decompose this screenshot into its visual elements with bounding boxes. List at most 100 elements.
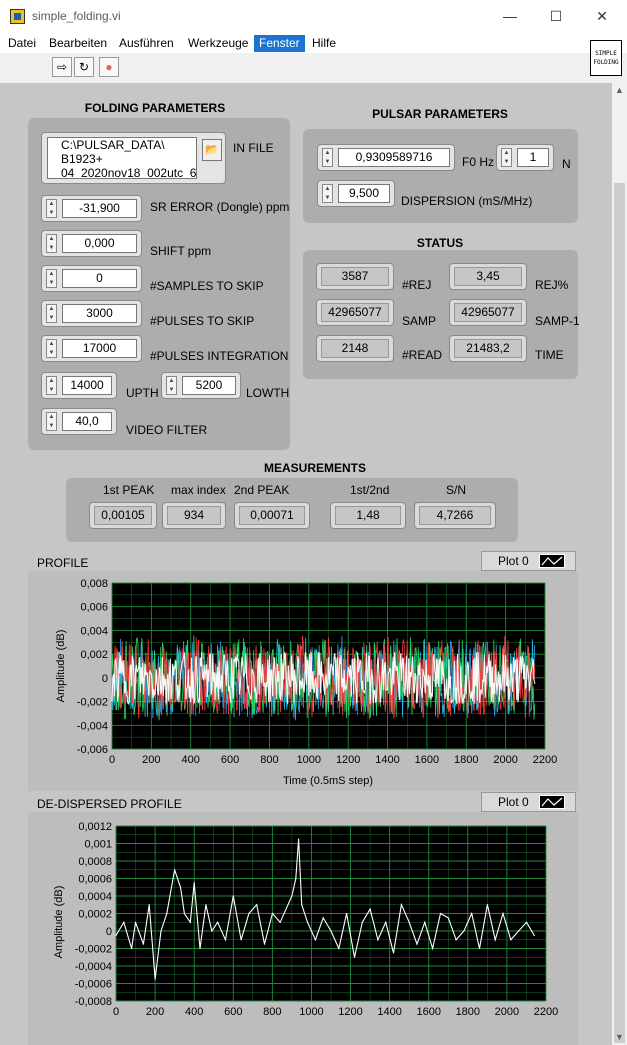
f0-control: ▲ ▼ 0,9309589716 [317,144,455,171]
samples-skip-spinner[interactable]: ▲ ▼ [46,269,57,288]
upth-spinner[interactable]: ▲ ▼ [46,376,57,395]
profile-ytick-label: -0,006 [77,744,108,756]
status-heading: STATUS [416,236,464,250]
close-button[interactable]: ✕ [579,0,625,33]
pulses-skip-input[interactable]: 3000 [62,304,137,323]
vi-icon: SIMPLE FOLDING [590,40,622,76]
dedispersed-xtick-label: 0 [113,1006,119,1018]
menu-hilfe[interactable]: Hilfe [307,35,341,52]
samples-skip-input[interactable]: 0 [62,269,137,288]
n-spinner[interactable]: ▲ ▼ [501,148,512,167]
shift-input[interactable]: 0,000 [62,234,137,253]
dedispersed-point [455,939,457,941]
rej-value: 3587 [321,267,389,286]
run-continuously-button[interactable]: ↻ [74,57,94,77]
dedispersed-point [338,947,340,950]
lowth-label: LOWTH [246,386,290,400]
maximize-button[interactable]: ☐ [533,0,579,33]
dedispersed-graph[interactable]: 0,00120,0010,00080,00060,00040,00020-0,0… [28,812,578,1045]
dedispersed-xtick-label: 1600 [416,1006,440,1018]
f0-input[interactable]: 0,9309589716 [338,148,450,167]
scroll-up-icon[interactable]: ▲ [612,83,627,98]
menu-datei[interactable]: Datei [3,35,41,52]
dedispersed-ylabel: Amplitude (dB) [53,886,65,959]
dedispersed-point [494,939,496,941]
profile-plot-legend[interactable]: Plot 0 [481,551,576,571]
dedispersed-ytick-label: -0,0008 [75,996,112,1008]
profile-xtick-label: 1400 [375,754,399,766]
profile-xtick-label: 1000 [297,754,321,766]
dedispersed-xtick-label: 2000 [495,1006,519,1018]
dedispersed-point [306,921,309,923]
infile-path-field[interactable]: C:\PULSAR_DATA\ B1923+ 04_2020nov18_002u… [47,137,197,179]
peak1-indicator: 0,00105 [89,502,157,529]
vertical-scrollbar[interactable]: ▲ ▼ [612,83,627,1045]
lowth-spinner[interactable]: ▲ ▼ [166,376,177,395]
minimize-button[interactable]: — [487,0,533,33]
toolbar: ⇨ ↻ ● [0,53,627,83]
profile-xtick-label: 1800 [454,754,478,766]
dedispersed-point [478,947,481,950]
dedispersed-point [279,921,281,923]
dedispersed-xtick-label: 1400 [377,1006,401,1018]
window-title: simple_folding.vi [32,9,121,23]
dedispersed-point [330,930,332,932]
f0-spinner[interactable]: ▲ ▼ [322,148,333,167]
profile-xlabel: Time (0.5mS step) [283,775,373,787]
peak2-indicator: 0,00071 [234,502,310,529]
rej-pct-value: 3,45 [454,267,522,286]
n-input[interactable]: 1 [517,148,549,167]
dedispersed-point [291,895,293,897]
dedispersed-point [256,904,258,906]
dispersion-spinner[interactable]: ▲ ▼ [322,184,333,203]
lowth-control: ▲ ▼ 5200 [161,372,241,399]
pulses-skip-spinner[interactable]: ▲ ▼ [46,304,57,323]
upth-label: UPTH [126,386,159,400]
sr-error-spinner[interactable]: ▲ ▼ [46,199,57,218]
scroll-thumb[interactable] [614,183,625,1043]
dedispersed-ytick-label: 0,0006 [78,874,112,886]
video-filter-spinner[interactable]: ▲ ▼ [46,412,57,431]
dedispersed-point [314,939,316,941]
dedispersed-xtick-label: 800 [263,1006,281,1018]
dedispersed-plot-legend[interactable]: Plot 0 [481,792,576,812]
dedispersed-point [154,978,156,980]
dedispersed-point [183,912,186,915]
sr-error-input[interactable]: -31,900 [62,199,137,218]
run-button[interactable]: ⇨ [52,57,72,77]
dedispersed-point [179,886,182,888]
menu-ausfuehren[interactable]: Ausführen [114,35,179,52]
dedispersed-point [424,921,426,923]
samp-indicator: 42965077 [316,299,394,326]
dedispersed-point [377,939,379,941]
video-filter-input[interactable]: 40,0 [62,412,112,431]
upth-control: ▲ ▼ 14000 [41,372,117,399]
dedispersed-point [525,921,528,923]
dedispersed-point [160,930,162,932]
upth-input[interactable]: 14000 [62,376,112,395]
dedispersed-point [148,904,150,906]
dispersion-input[interactable]: 9,500 [338,184,390,203]
menu-werkzeuge[interactable]: Werkzeuge [183,35,253,52]
scroll-down-icon[interactable]: ▼ [612,1030,627,1045]
lowth-input[interactable]: 5200 [182,376,236,395]
folder-icon[interactable]: 📂 [202,139,222,161]
profile-xtick-label: 600 [221,754,239,766]
maxidx-label: max index [171,483,226,497]
rej-pct-label: REJ% [535,278,569,292]
dedispersed-point [123,921,125,923]
peak1-value: 0,00105 [94,506,152,525]
menu-fenster[interactable]: Fenster [254,35,305,52]
samp-label: SAMP [402,314,437,328]
pulses-integration-spinner[interactable]: ▲ ▼ [46,339,57,358]
abort-button[interactable]: ● [99,57,119,77]
profile-graph[interactable]: 0,0080,0060,0040,0020-0,002-0,004-0,0060… [28,571,578,791]
dedispersed-ytick-label: -0,0004 [75,961,112,973]
menu-bearbeiten[interactable]: Bearbeiten [44,35,112,52]
profile-ytick-label: 0 [102,673,108,685]
dedispersed-ytick-label: 0,001 [84,839,112,851]
profile-ytick-label: -0,002 [77,697,108,709]
shift-label: SHIFT ppm [150,244,212,258]
shift-spinner[interactable]: ▲ ▼ [46,234,57,253]
pulses-integration-input[interactable]: 17000 [62,339,137,358]
